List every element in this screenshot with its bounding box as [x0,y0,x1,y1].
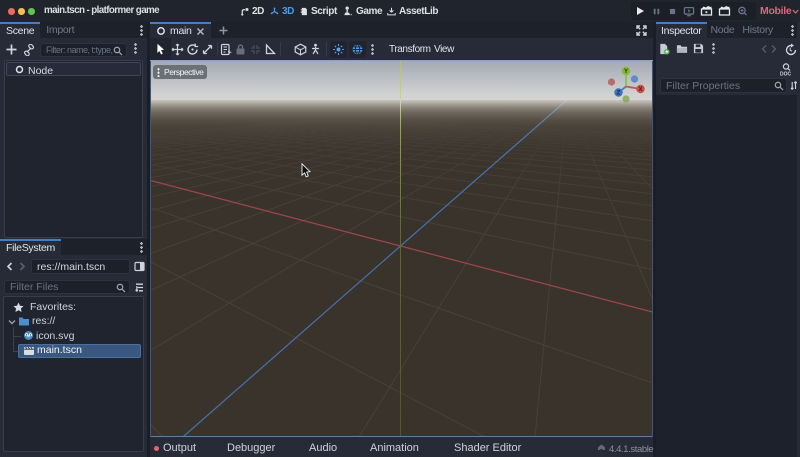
svg-text:DOC: DOC [780,72,792,78]
